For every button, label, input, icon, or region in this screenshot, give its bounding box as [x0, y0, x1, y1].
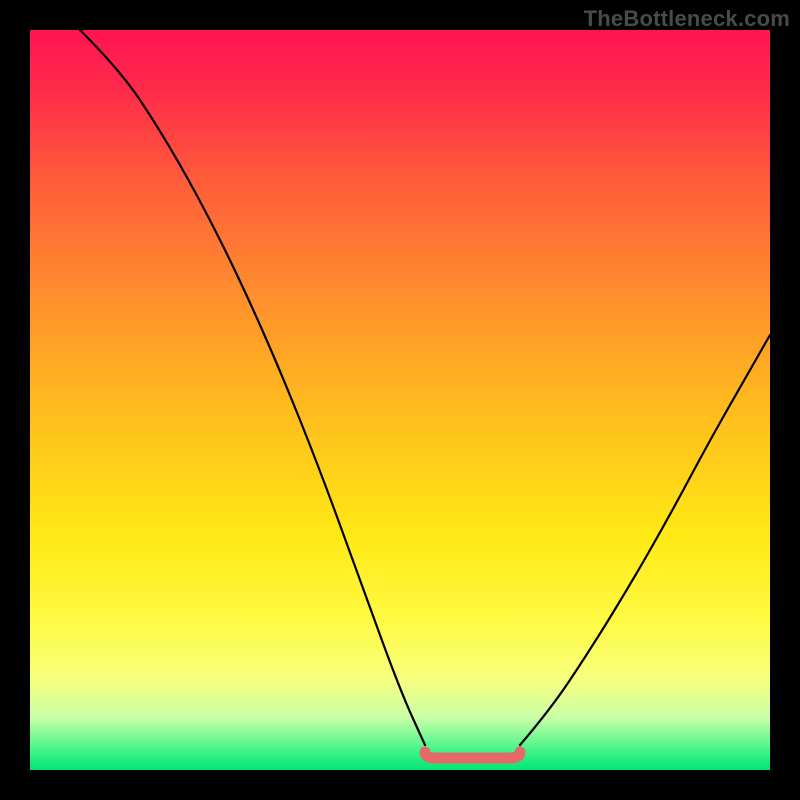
chart-frame: TheBottleneck.com — [0, 0, 800, 800]
curve-layer — [30, 30, 770, 770]
right-branch-path — [520, 335, 770, 745]
watermark-text: TheBottleneck.com — [584, 6, 790, 32]
left-branch-path — [80, 30, 425, 745]
flat-bottom-path — [425, 752, 520, 758]
